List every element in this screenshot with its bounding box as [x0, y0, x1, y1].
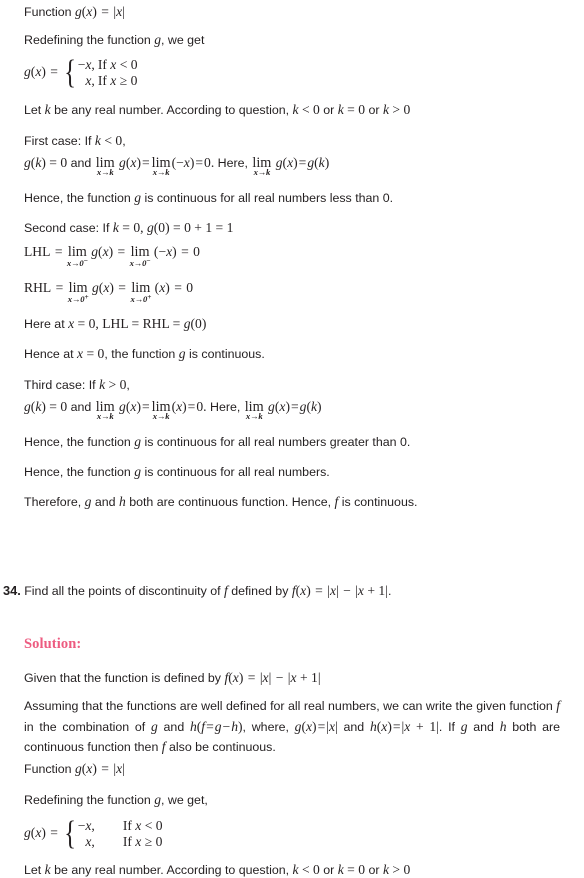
- equation-rhl: RHL = lim x→0+ g(x) = lim x→0+ (x) = 0: [24, 280, 194, 304]
- text-redefining-top: Redefining the function g, we get: [24, 32, 205, 47]
- text-function-g-top: Function g(x) = |x|: [24, 4, 125, 19]
- text-given-that: Given that the function is defined by f(…: [24, 670, 321, 685]
- text-let-k-top: Let k be any real number. According to q…: [24, 102, 411, 117]
- text-therefore-conclusion: Therefore, g and h both are continuous f…: [24, 494, 418, 509]
- solution-heading: Solution:: [24, 636, 82, 652]
- equation-lhl: LHL = lim x→0− g(x) = lim x→0− (−x) = 0: [24, 244, 200, 268]
- text-hence-all-real: Hence, the function g is continuous for …: [24, 464, 330, 479]
- text-redefining-bottom: Redefining the function g, we get,: [24, 792, 208, 807]
- text-third-case: Third case: If k > 0,: [24, 377, 130, 392]
- equation-first-case: g(k) = 0 and lim x→k g(x)= lim x→k (−x)=0. H…: [24, 155, 330, 177]
- equation-piecewise-top: g(x) = {−x, If x < 0 x, If x ≥ 0: [24, 53, 138, 91]
- text-function-g-bottom: Function g(x) = |x|: [24, 761, 125, 776]
- text-here-at-zero: Here at x = 0, LHL = RHL = g(0): [24, 316, 207, 331]
- equation-piecewise-bottom: g(x) = {−x, If x < 0 x, If x ≥ 0: [24, 814, 163, 852]
- text-hence-less-than-zero: Hence, the function g is continuous for …: [24, 190, 394, 205]
- text-hence-at-zero: Hence at x = 0, the function g is contin…: [24, 346, 265, 361]
- equation-third-case: g(k) = 0 and lim x→k g(x)= lim x→k (x)=0. He…: [24, 399, 322, 421]
- question-34: 34. Find all the points of discontinuity…: [3, 583, 392, 598]
- paragraph-assuming: Assuming that the functions are well def…: [24, 698, 561, 754]
- text-first-case: First case: If k < 0,: [24, 133, 126, 148]
- text-let-k-bottom: Let k be any real number. According to q…: [24, 862, 411, 877]
- text-second-case: Second case: If k = 0, g(0) = 0 + 1 = 1: [24, 220, 234, 235]
- document-page: Function g(x) = |x| Redefining the funct…: [0, 0, 584, 878]
- text-hence-greater-than-zero: Hence, the function g is continuous for …: [24, 434, 411, 449]
- question-number: 34.: [3, 583, 21, 598]
